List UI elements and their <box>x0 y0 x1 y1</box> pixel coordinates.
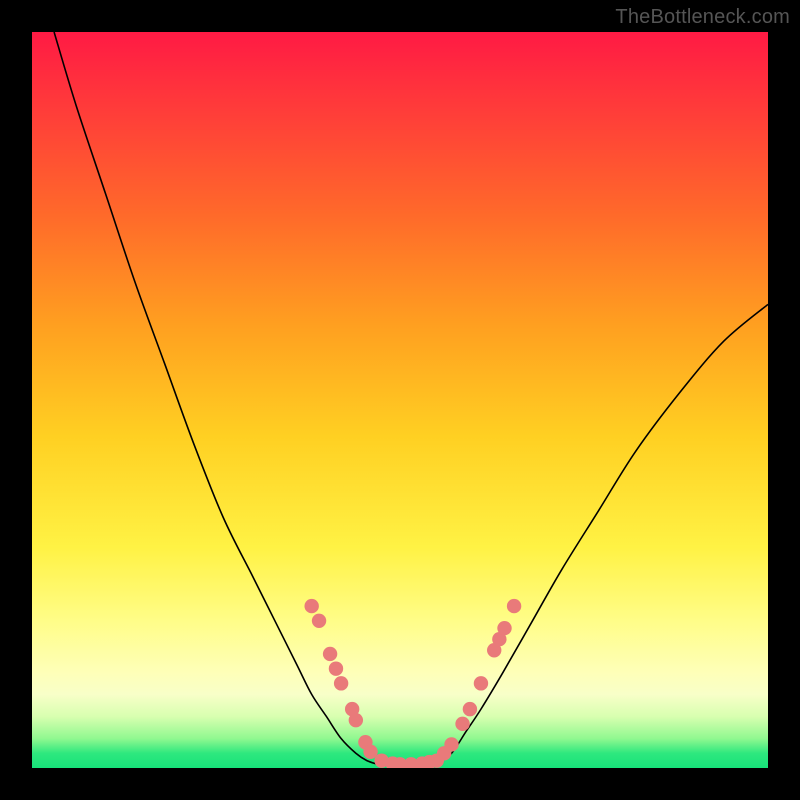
watermark-text: TheBottleneck.com <box>615 6 790 29</box>
data-marker <box>334 676 348 690</box>
data-marker <box>497 621 511 635</box>
marker-group <box>304 599 521 768</box>
data-marker <box>312 614 326 628</box>
plot-area <box>32 32 768 768</box>
data-marker <box>329 661 343 675</box>
data-marker <box>349 713 363 727</box>
data-marker <box>444 737 458 751</box>
chart-frame: TheBottleneck.com <box>0 0 800 800</box>
data-marker <box>507 599 521 613</box>
right-curve <box>437 304 768 764</box>
data-marker <box>474 676 488 690</box>
data-marker <box>323 647 337 661</box>
data-marker <box>455 717 469 731</box>
data-marker <box>463 702 477 716</box>
data-marker <box>304 599 318 613</box>
curve-layer <box>32 32 768 768</box>
